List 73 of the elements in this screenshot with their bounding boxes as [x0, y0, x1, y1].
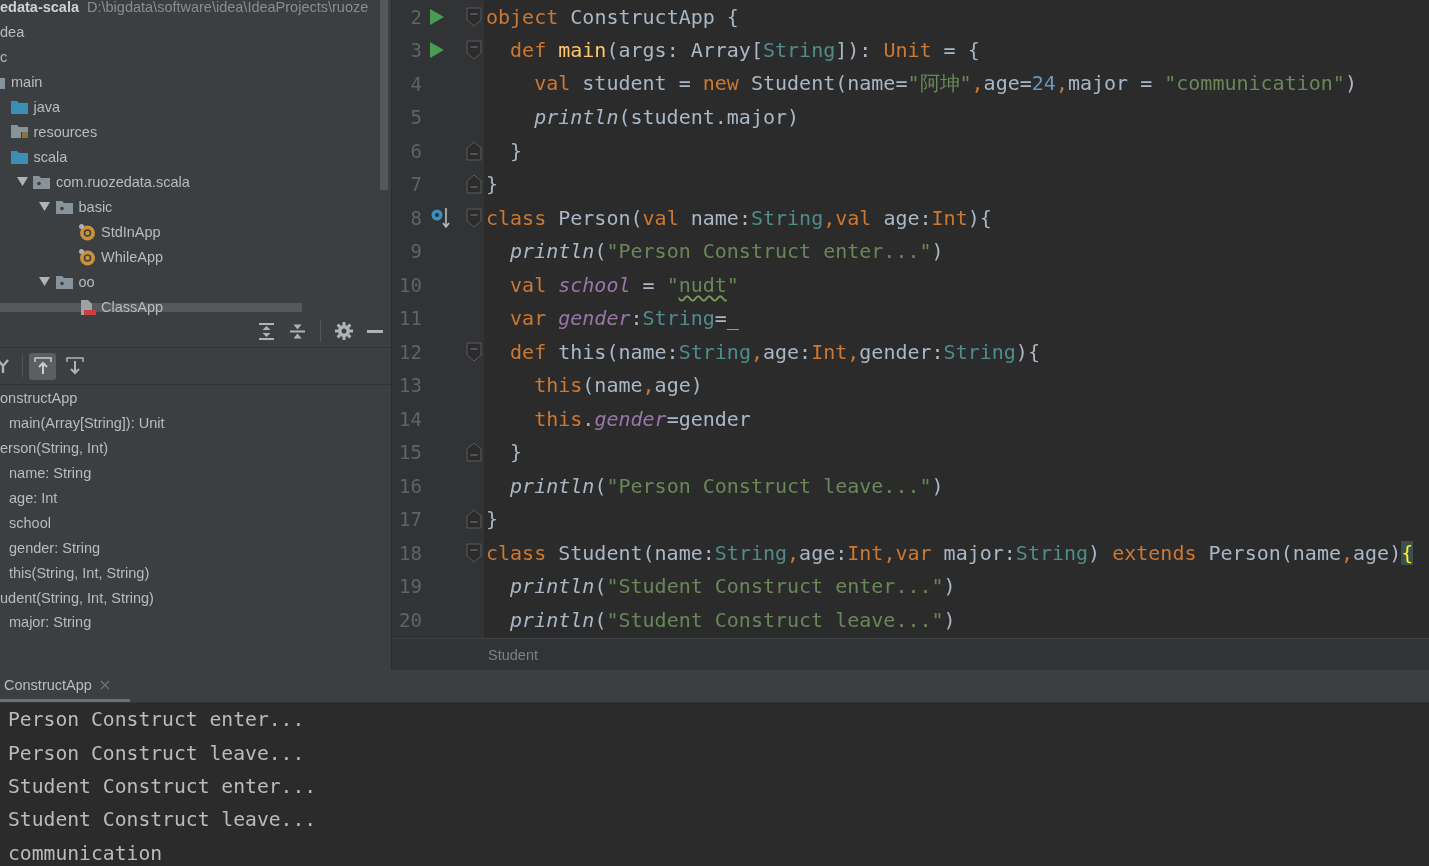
resources-folder-icon	[10, 124, 28, 139]
tree-item[interactable]: com.ruozedata.scala	[56, 173, 190, 190]
object-icon	[78, 247, 96, 266]
close-icon[interactable]	[99, 679, 110, 690]
structure-item[interactable]: age: Int	[9, 490, 58, 506]
structure-item[interactable]: school	[9, 514, 51, 531]
code-line: }	[509, 138, 523, 163]
structure-item[interactable]: major: String	[9, 614, 92, 631]
vertical-scrollbar[interactable]	[380, 0, 388, 190]
tree-item[interactable]: basic	[78, 198, 113, 215]
package-folder-icon	[33, 174, 50, 189]
code-line: }	[509, 440, 523, 465]
structure-item[interactable]: main(Array[String]): Unit	[9, 415, 165, 432]
object-icon	[78, 222, 96, 241]
code-line: var gender:String=_	[509, 306, 739, 331]
console-line: Person Construct enter...	[8, 708, 305, 732]
fork-icon	[0, 359, 9, 373]
code-line: def this(name:String,age:Int,gender:String){	[509, 339, 1040, 364]
package-folder-icon	[55, 199, 73, 214]
console-line: communication	[8, 841, 163, 865]
code-line: def main(args: Array[String]): Unit = {	[509, 38, 980, 63]
expanded-arrow-icon[interactable]	[39, 277, 50, 286]
tree-item[interactable]: oo	[78, 273, 95, 290]
folder-icon	[10, 149, 28, 164]
structure-item[interactable]: name: String	[9, 465, 92, 482]
tree-item[interactable]: dea	[0, 23, 25, 40]
structure-item[interactable]: onstructApp	[0, 390, 78, 407]
code-line: object ConstructApp {	[486, 4, 739, 29]
project-name[interactable]: edata-scala	[0, 0, 79, 15]
tree-item[interactable]: StdInApp	[101, 223, 161, 240]
code-line: class Person(val name:String,val age:Int){	[486, 205, 992, 230]
code-line: this.gender=gender	[533, 406, 751, 431]
structure-item[interactable]: this(String, Int, String)	[9, 564, 150, 581]
circle-arrow-icon[interactable]	[430, 206, 452, 229]
tree-item[interactable]: main	[11, 73, 43, 90]
code-line: println(student.major)	[533, 105, 800, 130]
code-line: this(name,age)	[533, 373, 703, 398]
tree-item[interactable]: c	[0, 48, 8, 65]
collapse-all-icon[interactable]	[289, 322, 306, 340]
up-arrow-icon	[33, 357, 52, 375]
structure-item[interactable]: udent(String, Int, String)	[0, 589, 154, 606]
tree-item[interactable]: ClassApp	[101, 298, 164, 315]
expanded-arrow-icon[interactable]	[16, 177, 28, 186]
code-line: println("Student Construct enter...")	[509, 574, 956, 599]
code-line: println("Person Construct enter...")	[509, 239, 944, 264]
breadcrumb-item[interactable]: Student	[488, 646, 538, 663]
code-line: val school = "nudt"	[509, 272, 739, 297]
run-icon[interactable]	[430, 8, 444, 25]
expanded-arrow-icon[interactable]	[39, 202, 50, 211]
tree-item[interactable]: scala	[33, 148, 68, 165]
code-line: println("Student Construct leave...")	[509, 607, 956, 632]
console-line: Student Construct leave...	[8, 808, 317, 832]
tree-item[interactable]: resources	[33, 123, 98, 140]
code-line: }	[486, 172, 499, 197]
code-line: println("Person Construct leave...")	[509, 473, 944, 498]
settings-icon[interactable]	[335, 322, 353, 340]
code-line: }	[486, 507, 499, 532]
expand-all-icon[interactable]	[258, 322, 275, 340]
structure-item[interactable]: erson(String, Int)	[0, 440, 108, 457]
toolbar-button[interactable]	[29, 352, 56, 380]
down-arrow-icon	[65, 357, 84, 375]
project-path: D:\bigdata\software\idea\IdeaProjects\ruoze	[87, 0, 369, 15]
console-line: Person Construct leave...	[8, 741, 305, 765]
run-icon[interactable]	[430, 42, 444, 59]
minimize-icon[interactable]	[367, 329, 383, 333]
tree-item[interactable]: java	[33, 98, 61, 115]
structure-item[interactable]: gender: String	[9, 539, 101, 556]
tree-item[interactable]: WhileApp	[101, 248, 164, 265]
code-line: val student = new Student(name="阿坤",age=24,major = "communication")	[533, 70, 1357, 98]
package-folder-icon	[55, 274, 73, 289]
code-line: class Student(name:String,age:Int,var major:String) extends Person(name,age){	[486, 540, 1414, 565]
folder-icon	[10, 99, 28, 114]
console-line: Student Construct enter...	[8, 774, 317, 798]
